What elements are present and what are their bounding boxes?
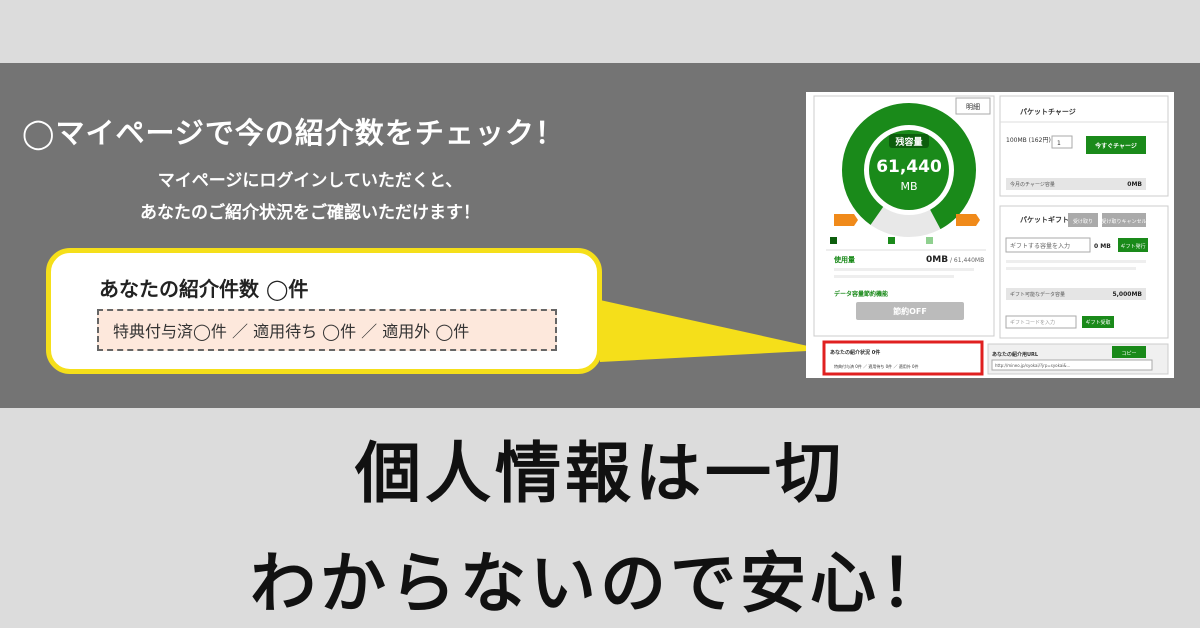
gift-row-value: 5,000MB (1112, 291, 1142, 298)
gift-button: ギフト発行 (1120, 243, 1145, 250)
gift-input: ギフトする容量を入力 (1010, 242, 1070, 250)
charge-title: パケットチャージ (1020, 107, 1076, 116)
charge-row-value: 0MB (1127, 181, 1142, 188)
remaining-unit: MB (900, 180, 917, 193)
charge-qty: 1 (1057, 140, 1061, 147)
headline-line-1: 個人情報は一切 (355, 435, 845, 512)
used-value: 0MB (926, 255, 948, 265)
switch-label: データ容量節約機能 (834, 290, 888, 298)
gift-code-button: ギフト受取 (1085, 319, 1110, 326)
mypage-screenshot: 明細 残容量 61,440 MB 使用量 0MB / 61,440MB データ容… (806, 92, 1174, 378)
url-label: あなたの紹介用URL (992, 351, 1039, 358)
gift-tab-1: 受け取り (1073, 218, 1093, 225)
remaining-value: 61,440 (876, 157, 942, 177)
remaining-label: 残容量 (895, 136, 922, 148)
referral-callout: あなたの紹介件数 ◯件 特典付与済◯件 ／ 適用待ち ◯件 ／ 適用外 ◯件 (46, 248, 602, 374)
used-total: / 61,440MB (950, 257, 984, 264)
subtext-line-2: あなたのご紹介状況をご確認いただけます！ (140, 203, 480, 223)
gift-title: パケットギフト (1020, 215, 1069, 224)
top-strip (0, 0, 1200, 63)
subtext-line-1: マイページにログインしていただくと、 (157, 171, 463, 191)
used-label: 使用量 (833, 255, 855, 264)
referral-mini-label: あなたの紹介状況 0件 (830, 349, 880, 356)
referral-mini-detail: 特典付与済 0件 ／ 適用待ち 0件 ／ 適用外 0件 (834, 363, 919, 369)
page-heading: ◯マイページで今の紹介数をチェック！ (22, 116, 565, 150)
copy-button: コピー (1121, 351, 1136, 357)
referral-count-title: あなたの紹介件数 ◯件 (99, 277, 309, 301)
gift-mb: 0 MB (1094, 243, 1111, 250)
charge-row-label: 今月のチャージ容量 (1010, 181, 1055, 188)
mypage-screenshot-graphic: 明細 残容量 61,440 MB 使用量 0MB / 61,440MB データ容… (813, 95, 1169, 376)
charge-button: 今すぐチャージ (1094, 142, 1137, 150)
url-value: http://mineo.jp/syokai/?jrp=syokai&... (995, 363, 1070, 368)
gift-code-placeholder: ギフトコードを入力 (1010, 319, 1055, 326)
spec-label: 明細 (966, 102, 980, 111)
gift-row-label: ギフト可能なデータ容量 (1010, 291, 1065, 298)
switch-button: 節約OFF (893, 306, 927, 316)
referral-status-box: 特典付与済◯件 ／ 適用待ち ◯件 ／ 適用外 ◯件 (97, 309, 557, 351)
headline-line-2: わからないので安心！ (250, 545, 950, 622)
gift-tab-2: 受け取りキャンセル (1101, 218, 1146, 225)
charge-item: 100MB (162円) (1006, 137, 1051, 144)
referral-status-detail: 特典付与済◯件 ／ 適用待ち ◯件 ／ 適用外 ◯件 (113, 322, 470, 341)
